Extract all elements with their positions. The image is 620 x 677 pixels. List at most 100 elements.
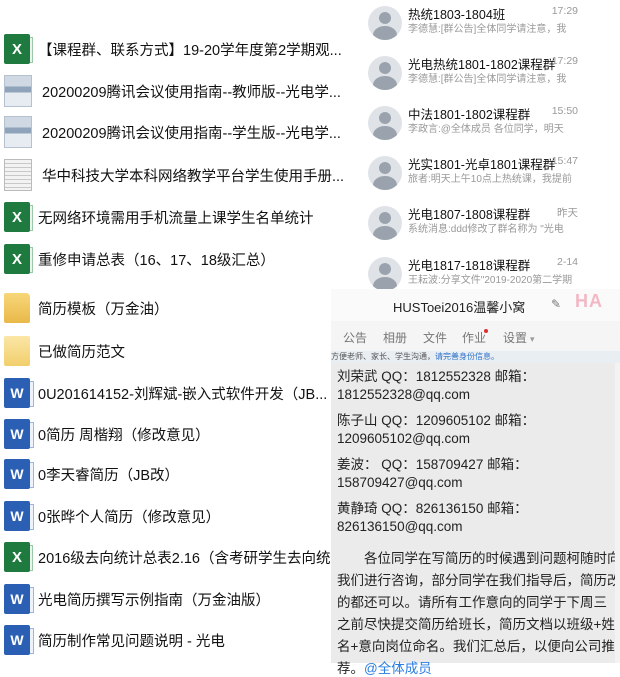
chat-preview: 王耘波:分享文件"2019-2020第二学期 — [408, 275, 573, 286]
file-item[interactable]: W 光电简历撰写示例指南（万金油版） — [0, 582, 345, 616]
word-file-icon: W — [4, 625, 34, 655]
file-item[interactable]: X 2016级去向统计总表2.16（含考研学生去向统... — [0, 540, 345, 574]
chat-preview: 旅者:明天上午10点上热统课，我提前 — [408, 174, 572, 185]
edit-pencil-icon[interactable]: ✎ — [551, 298, 563, 310]
message-line: 之前尽快提交简历给班长，简历文档以班级+姓 — [337, 617, 615, 632]
file-name: 0张晔个人简历（修改意见） — [38, 509, 221, 526]
group-header: HUSToei2016温馨小窝 ✎ HA — [331, 289, 620, 321]
chat-time: 15:47 — [551, 155, 578, 167]
avatar-icon — [368, 257, 402, 291]
message-line: 名+意向岗位命名。我们汇总后，以便向公司推 — [337, 639, 615, 654]
excel-file-icon: X — [4, 542, 33, 572]
message-line: 刘荣武 QQ：1812552328 邮箱： — [337, 369, 536, 384]
file-name: 简历制作常见问题说明 - 光电 — [38, 633, 225, 650]
chat-preview: 系统消息:ddd修改了群名称为 "光电 — [408, 224, 564, 235]
chat-time: 昨天 — [557, 207, 578, 219]
chat-item[interactable]: 光电热统1801-1802课程群 17:29 李德慧:[群公告]全体同学请注意，… — [362, 50, 620, 96]
document-thumbnail-icon — [4, 159, 32, 191]
folder-name: 已做简历范文 — [38, 344, 125, 361]
file-name: 20200209腾讯会议使用指南--学生版--光电学... — [42, 125, 341, 142]
file-item[interactable]: W 0李天睿简历（JB改） — [0, 457, 345, 491]
complete-identity-link[interactable]: 请完善身份信息。 — [435, 352, 499, 361]
chat-time: 17:29 — [551, 5, 578, 17]
chat-time: 17:29 — [551, 55, 578, 67]
file-item[interactable]: W 0简历 周楷翔（修改意见） — [0, 417, 345, 451]
tab-files[interactable]: 文件 — [423, 329, 447, 346]
avatar-icon — [368, 206, 402, 240]
word-file-icon: W — [4, 584, 34, 614]
avatar-icon — [368, 106, 402, 140]
word-file-icon: W — [4, 419, 34, 449]
chat-preview: 李德慧:[群公告]全体同学请注意，我 — [408, 24, 567, 35]
file-name: 无网络环境需用手机流量上课学生名单统计 — [38, 210, 314, 227]
excel-file-icon: X — [4, 244, 33, 274]
group-title: HUSToei2016温馨小窝 — [393, 300, 526, 315]
file-item[interactable]: 20200209腾讯会议使用指南--教师版--光电学... — [0, 74, 345, 108]
chat-list: 热统1803-1804班 17:29 李德慧:[群公告]全体同学请注意，我 光电… — [362, 0, 620, 291]
identity-notice: 方便老师、家长、学生沟通，请完善身份信息。 — [331, 351, 620, 363]
file-name: 光电简历撰写示例指南（万金油版） — [38, 592, 270, 609]
tab-settings[interactable]: 设置 ▾ — [503, 329, 535, 346]
message-line: 1812552328@qq.com — [337, 387, 471, 402]
file-item[interactable]: X 无网络环境需用手机流量上课学生名单统计 — [0, 200, 345, 234]
message-line: 姜波： QQ：158709427 邮箱： — [337, 457, 528, 472]
file-name: 0简历 周楷翔（修改意见） — [38, 427, 210, 444]
chat-item[interactable]: 热统1803-1804班 17:29 李德慧:[群公告]全体同学请注意，我 — [362, 0, 620, 46]
avatar-icon — [368, 6, 402, 40]
chat-preview: 李政言:@全体成员 各位同学，明天 — [408, 124, 564, 135]
group-tabs: 公告 相册 文件 作业 设置 ▾ — [331, 321, 620, 351]
avatar-icon — [368, 56, 402, 90]
message-line: 荐。 — [337, 661, 364, 676]
folder-item[interactable]: 简历模板（万金油） — [0, 291, 345, 325]
file-name: 华中科技大学本科网络教学平台学生使用手册... — [42, 168, 345, 185]
message-line-last: 荐。@全体成员 — [337, 657, 432, 677]
folder-icon — [4, 336, 30, 366]
file-name: 重修申请总表（16、17、18级汇总） — [38, 252, 275, 269]
message-line: 的都还可以。请所有工作意向的同学于下周三 — [337, 595, 607, 610]
word-file-icon: W — [4, 501, 34, 531]
file-name: 0李天睿简历（JB改） — [38, 467, 179, 484]
file-item[interactable]: 华中科技大学本科网络教学平台学生使用手册... — [0, 158, 345, 192]
chat-preview: 李德慧:[群公告]全体同学请注意，我 — [408, 74, 567, 85]
notice-text: 方便老师、家长、学生沟通， — [331, 352, 435, 361]
file-item[interactable]: X 【课程群、联系方式】19-20学年度第2学期观... — [0, 32, 345, 66]
decorative-banner: HA — [575, 291, 603, 311]
file-item[interactable]: W 0U201614152-刘辉斌-嵌入式软件开发（JB... — [0, 376, 345, 410]
file-name: 2016级去向统计总表2.16（含考研学生去向统... — [38, 550, 343, 567]
message-line: 158709427@qq.com — [337, 475, 463, 490]
file-name: 20200209腾讯会议使用指南--教师版--光电学... — [42, 84, 341, 101]
announcement-message: 刘荣武 QQ：1812552328 邮箱： 1812552328@qq.com … — [331, 363, 620, 676]
chat-item[interactable]: 中法1801-1802课程群 15:50 李政言:@全体成员 各位同学，明天 — [362, 100, 620, 146]
tab-announcement[interactable]: 公告 — [343, 329, 367, 346]
file-item[interactable]: W 简历制作常见问题说明 - 光电 — [0, 623, 345, 657]
message-line: 陈子山 QQ：1209605102 邮箱： — [337, 413, 536, 428]
folder-name: 简历模板（万金油） — [38, 301, 169, 318]
word-file-icon: W — [4, 459, 34, 489]
message-scrollbar[interactable] — [615, 363, 620, 663]
file-name: 0U201614152-刘辉斌-嵌入式软件开发（JB... — [38, 386, 328, 403]
document-thumbnail-icon — [4, 116, 32, 148]
file-item[interactable]: X 重修申请总表（16、17、18级汇总） — [0, 242, 345, 276]
mention-all-link[interactable]: @全体成员 — [364, 661, 432, 676]
file-name: 【课程群、联系方式】19-20学年度第2学期观... — [38, 42, 342, 59]
unread-dot-icon — [484, 329, 488, 333]
excel-file-icon: X — [4, 202, 33, 232]
chat-time: 2-14 — [556, 256, 578, 268]
file-item[interactable]: W 0张晔个人简历（修改意见） — [0, 499, 345, 533]
tab-album[interactable]: 相册 — [383, 329, 407, 346]
message-line: 我们进行咨询，部分同学在我们指导后，简历改 — [337, 573, 620, 588]
chat-item[interactable]: 光电1807-1808课程群 昨天 系统消息:ddd修改了群名称为 "光电 — [362, 200, 620, 246]
message-line: 各位同学在写简历的时候遇到问题柯随时向 — [337, 551, 620, 566]
folder-item[interactable]: 已做简历范文 — [0, 334, 345, 368]
document-thumbnail-icon — [4, 75, 32, 107]
chevron-down-icon: ▾ — [530, 334, 535, 344]
folder-icon — [4, 293, 30, 323]
file-item[interactable]: 20200209腾讯会议使用指南--学生版--光电学... — [0, 115, 345, 149]
tab-homework[interactable]: 作业 — [462, 329, 486, 346]
message-line: 黄静琦 QQ：826136150 邮箱： — [337, 501, 528, 516]
chat-item[interactable]: 光实1801-光卓1801课程群 15:47 旅者:明天上午10点上热统课，我提… — [362, 150, 620, 196]
message-line: 1209605102@qq.com — [337, 431, 471, 446]
word-file-icon: W — [4, 378, 34, 408]
chat-time: 15:50 — [551, 105, 578, 117]
message-line: 826136150@qq.com — [337, 519, 463, 534]
